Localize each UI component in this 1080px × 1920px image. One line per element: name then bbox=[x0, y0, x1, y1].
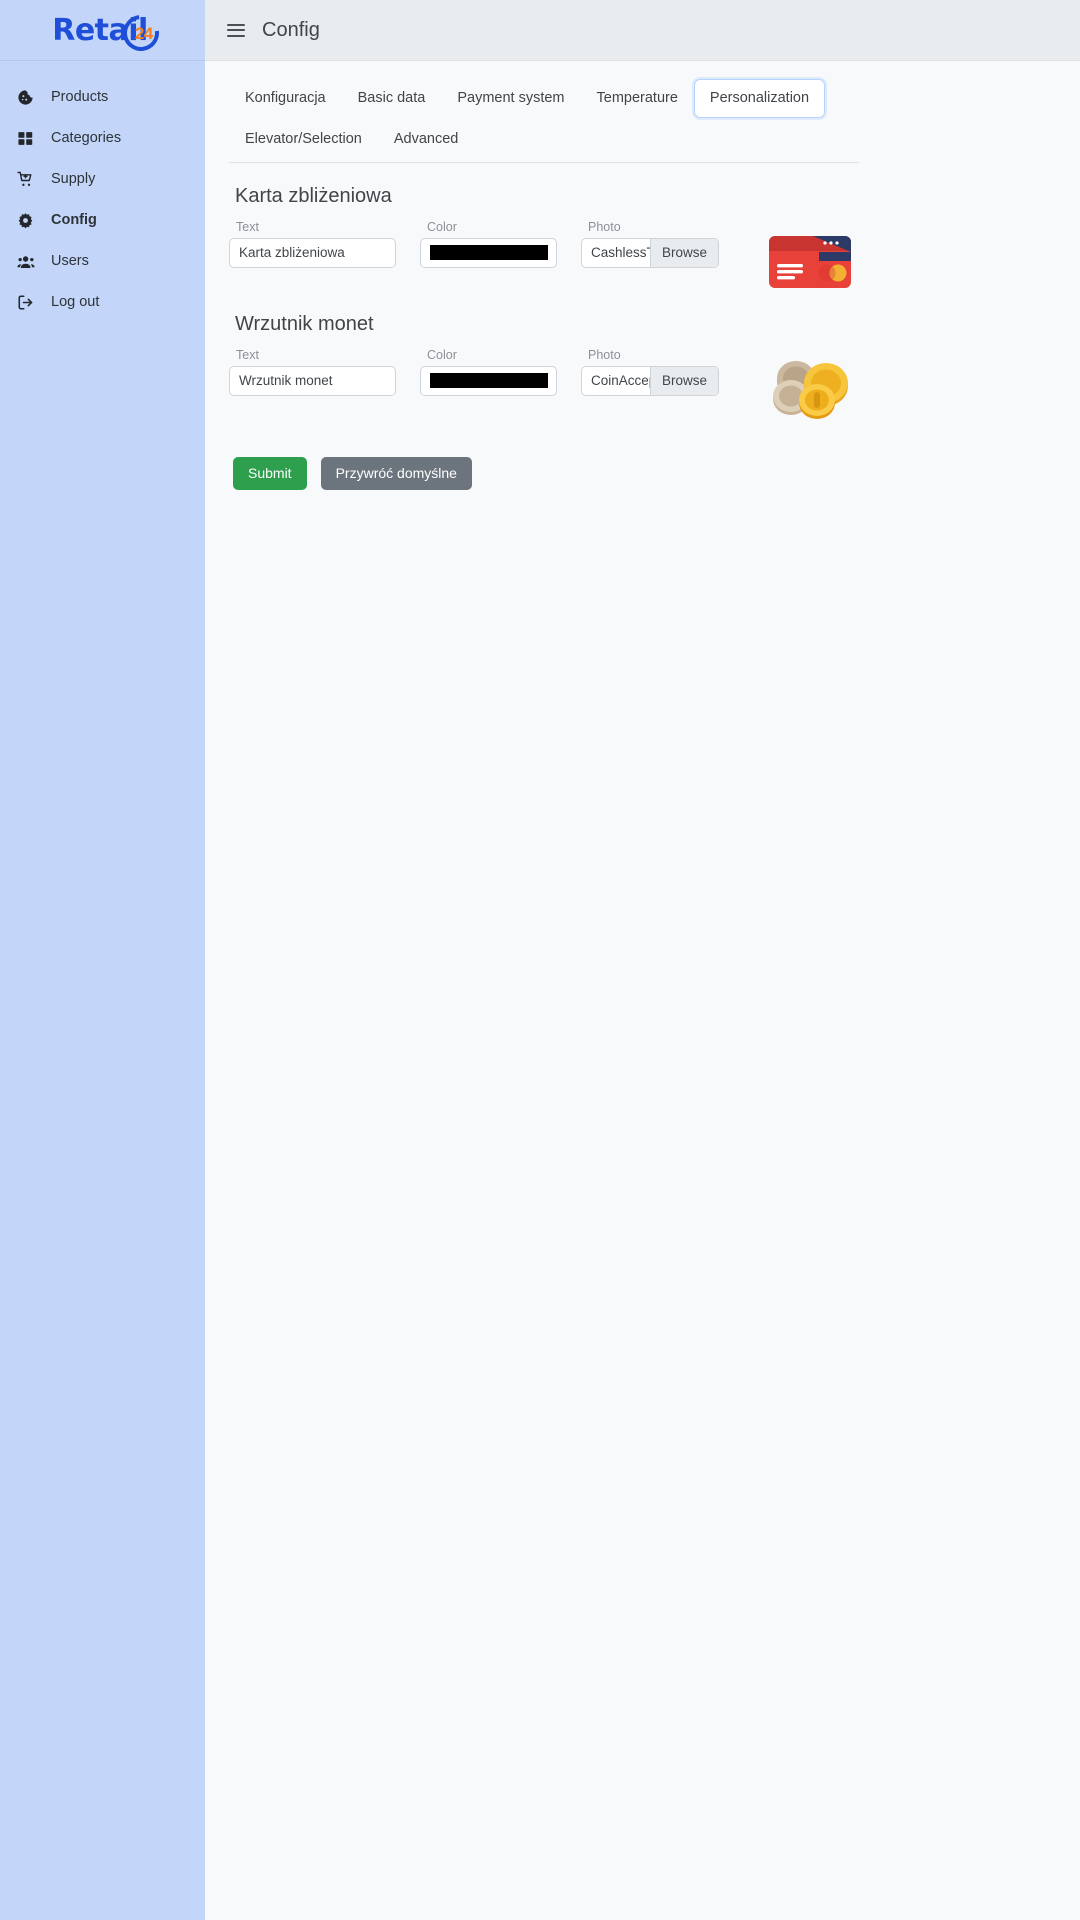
form-actions: Submit Przywróć domyślne bbox=[233, 456, 1056, 490]
field-photo: Photo CoinAccep Browse bbox=[581, 348, 719, 396]
field-label-color: Color bbox=[427, 347, 457, 362]
color-swatch bbox=[429, 373, 548, 389]
brand-badge: 24 bbox=[134, 24, 153, 43]
tab-personalization[interactable]: Personalization bbox=[693, 79, 826, 119]
sign-out-icon bbox=[17, 294, 44, 311]
field-label-photo: Photo bbox=[588, 347, 621, 362]
content-panel: Konfiguracja Basic data Payment system T… bbox=[205, 61, 1080, 1920]
brand-logo[interactable]: Retail 24 bbox=[0, 0, 205, 61]
tab-bar: Konfiguracja Basic data Payment system T… bbox=[229, 79, 859, 163]
field-label-color: Color bbox=[427, 219, 457, 234]
credit-card-image bbox=[769, 233, 851, 291]
sidebar-item-label: Config bbox=[51, 212, 97, 229]
sidebar-item-label: Users bbox=[51, 253, 89, 270]
page-title: Config bbox=[262, 18, 320, 41]
tab-basic-data[interactable]: Basic data bbox=[342, 79, 442, 118]
app-root: Retail 24 Products Categories Supply Con… bbox=[0, 0, 1080, 1920]
restore-defaults-button[interactable]: Przywróć domyślne bbox=[320, 456, 472, 490]
field-label-photo: Photo bbox=[588, 219, 621, 234]
sidebar-item-categories[interactable]: Categories bbox=[0, 118, 205, 159]
coin-color-picker[interactable] bbox=[420, 365, 557, 396]
field-label-text: Text bbox=[236, 347, 259, 362]
sidebar-item-logout[interactable]: Log out bbox=[0, 282, 205, 323]
field-text: Text bbox=[229, 348, 396, 396]
sidebar: Retail 24 Products Categories Supply Con… bbox=[0, 0, 205, 1920]
cart-icon bbox=[17, 171, 44, 188]
sidebar-item-config[interactable]: Config bbox=[0, 200, 205, 241]
sidebar-item-products[interactable]: Products bbox=[0, 77, 205, 118]
section-coin: Wrzutnik monet Text Color bbox=[229, 313, 1056, 419]
tab-payment-system[interactable]: Payment system bbox=[441, 79, 580, 118]
coin-text-input[interactable] bbox=[229, 365, 396, 396]
sidebar-item-label: Categories bbox=[51, 130, 122, 147]
file-name-text: CashlessTe bbox=[591, 245, 650, 261]
main-area: Config Konfiguracja Basic data Payment s… bbox=[205, 0, 1080, 1920]
sidebar-item-supply[interactable]: Supply bbox=[0, 159, 205, 200]
field-label-text: Text bbox=[236, 219, 259, 234]
cashless-text-input[interactable] bbox=[229, 237, 396, 268]
users-icon bbox=[17, 253, 44, 271]
field-text: Text bbox=[229, 220, 396, 268]
coin-file-input[interactable]: CoinAccep Browse bbox=[581, 365, 719, 396]
browse-button[interactable]: Browse bbox=[649, 366, 718, 395]
hamburger-icon[interactable] bbox=[227, 23, 245, 37]
field-photo: Photo CashlessTe Browse bbox=[581, 220, 719, 268]
sidebar-item-label: Products bbox=[51, 89, 109, 106]
section-title: Karta zbliżeniowa bbox=[235, 184, 392, 207]
grid-icon bbox=[17, 130, 44, 147]
section-cashless: Karta zbliżeniowa Text Color bbox=[229, 185, 1056, 291]
sidebar-item-users[interactable]: Users bbox=[0, 241, 205, 282]
gear-icon bbox=[17, 212, 44, 229]
sidebar-item-label: Supply bbox=[51, 171, 96, 188]
browse-button[interactable]: Browse bbox=[649, 238, 718, 267]
cashless-color-picker[interactable] bbox=[420, 237, 557, 268]
cookie-icon bbox=[17, 89, 44, 106]
field-color: Color bbox=[420, 348, 557, 396]
sidebar-item-label: Log out bbox=[51, 294, 100, 311]
tab-elevator-selection[interactable]: Elevator/Selection bbox=[229, 120, 378, 159]
top-header: Config bbox=[205, 0, 1080, 61]
cashless-file-input[interactable]: CashlessTe Browse bbox=[581, 237, 719, 268]
field-color: Color bbox=[420, 220, 557, 268]
tab-konfiguracja[interactable]: Konfiguracja bbox=[229, 79, 342, 118]
color-swatch bbox=[429, 245, 548, 261]
submit-button[interactable]: Submit bbox=[233, 456, 307, 490]
sidebar-nav: Products Categories Supply Config Users … bbox=[0, 61, 205, 323]
file-name-text: CoinAccep bbox=[591, 373, 650, 389]
tab-advanced[interactable]: Advanced bbox=[378, 120, 475, 159]
tab-temperature[interactable]: Temperature bbox=[581, 79, 694, 118]
section-title: Wrzutnik monet bbox=[235, 312, 374, 335]
coins-image bbox=[769, 360, 851, 419]
